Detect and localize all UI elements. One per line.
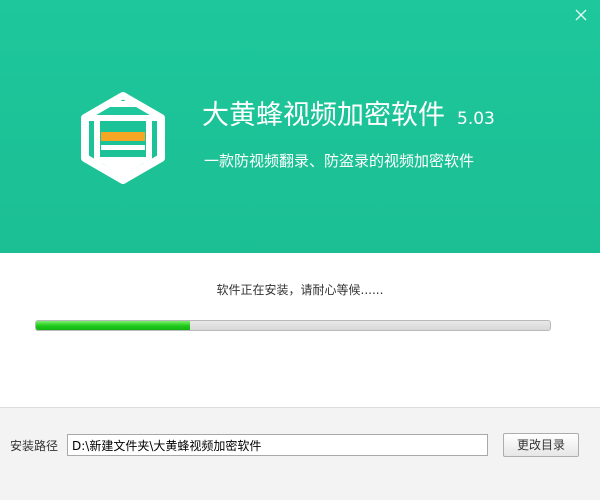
app-version: 5.03 (457, 109, 495, 129)
close-button[interactable] (572, 6, 590, 24)
install-path-label: 安装路径 (10, 439, 59, 453)
app-title-row: 大黄蜂视频加密软件 5.03 (202, 96, 495, 139)
hexagon-shield-logo-icon (81, 92, 165, 184)
install-progress-fill (36, 321, 191, 330)
installer-window: 大黄蜂视频加密软件 5.03 一款防视频翻录、防盗录的视频加密软件 软件正在安装，… (0, 0, 600, 500)
install-path-input[interactable] (67, 434, 488, 456)
header-banner: 大黄蜂视频加密软件 5.03 一款防视频翻录、防盗录的视频加密软件 (0, 0, 600, 253)
install-status-text: 软件正在安装，请耐心等候...... (216, 283, 384, 297)
close-icon (575, 9, 587, 21)
install-progress-bar (35, 320, 551, 331)
app-title: 大黄蜂视频加密软件 (202, 100, 445, 131)
app-subtitle: 一款防视频翻录、防盗录的视频加密软件 (204, 152, 475, 170)
change-directory-button[interactable]: 更改目录 (503, 433, 579, 457)
